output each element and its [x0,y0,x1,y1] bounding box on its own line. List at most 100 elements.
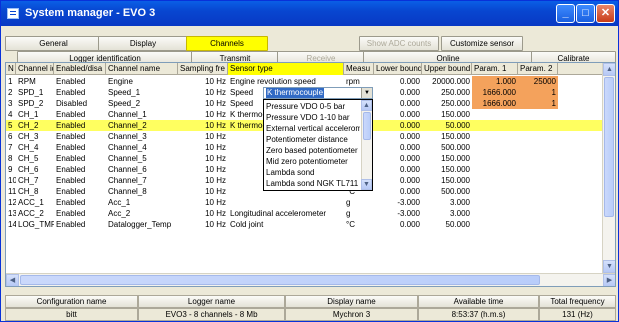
cell-param2[interactable] [518,219,558,230]
cell-enabled[interactable]: Enabled [54,197,106,208]
cell-lower-bound[interactable]: 0.000 [374,175,422,186]
cell-lower-bound[interactable]: 0.000 [374,186,422,197]
cell-upper-bound[interactable]: 20000.000 [422,76,472,87]
cell-channel-name[interactable]: Speed_1 [106,87,178,98]
cell-enabled[interactable]: Enabled [54,164,106,175]
cell-upper-bound[interactable]: 500.000 [422,142,472,153]
col-header-channel-name[interactable]: Channel name [106,63,178,75]
cell-upper-bound[interactable]: 150.000 [422,131,472,142]
dropdown-option[interactable]: Mid zero potentiometer [266,157,360,167]
cell-channel-name[interactable]: Speed_2 [106,98,178,109]
cell-channel-id[interactable]: CH_6 [16,164,54,175]
dropdown-option[interactable]: Lambda sond [266,168,360,178]
cell-n[interactable]: 2 [6,87,16,98]
cell-channel-id[interactable]: CH_7 [16,175,54,186]
cell-enabled[interactable]: Enabled [54,153,106,164]
cell-n[interactable]: 6 [6,131,16,142]
cell-measure[interactable]: g [344,197,374,208]
dropdown-scrollbar[interactable]: ▲ ▼ [361,100,372,190]
scroll-down-icon[interactable]: ▼ [603,260,615,273]
cell-upper-bound[interactable]: 3.000 [422,208,472,219]
col-header-sensor-type[interactable]: Sensor type [228,63,344,75]
cell-lower-bound[interactable]: 0.000 [374,142,422,153]
cell-lower-bound[interactable]: 0.000 [374,164,422,175]
cell-lower-bound[interactable]: -3.000 [374,208,422,219]
cell-channel-name[interactable]: Channel_1 [106,109,178,120]
cell-measure[interactable]: °C [344,219,374,230]
cell-channel-name[interactable]: Acc_1 [106,197,178,208]
cell-param1[interactable] [472,131,518,142]
scroll-up-icon[interactable]: ▲ [603,63,615,76]
show-adc-counts-button[interactable]: Show ADC counts [359,36,439,51]
cell-sensor-type[interactable]: Engine revolution speed [228,76,344,87]
cell-param1[interactable] [472,219,518,230]
cell-n[interactable]: 12 [6,197,16,208]
cell-channel-id[interactable]: ACC_2 [16,208,54,219]
cell-enabled[interactable]: Enabled [54,76,106,87]
maximize-icon[interactable]: □ [576,4,595,23]
cell-sampling[interactable]: 10 Hz [178,142,228,153]
dropdown-option[interactable]: Zero based potentiometer [266,146,360,156]
cell-channel-id[interactable]: ACC_1 [16,197,54,208]
cell-n[interactable]: 7 [6,142,16,153]
cell-channel-name[interactable]: Channel_2 [106,120,178,131]
cell-param1[interactable] [472,120,518,131]
cell-param1[interactable]: 1.000 [472,76,518,87]
title-bar[interactable]: System manager - EVO 3 _ □ ✕ [1,1,618,26]
cell-sampling[interactable]: 10 Hz [178,76,228,87]
cell-channel-name[interactable]: Datalogger_Temp [106,219,178,230]
sensor-type-combo-value[interactable]: K thermocouple [266,88,325,98]
cell-upper-bound[interactable]: 3.000 [422,197,472,208]
cell-channel-name[interactable]: Channel_8 [106,186,178,197]
dropdown-scroll-up-icon[interactable]: ▲ [361,100,372,111]
vertical-scrollbar[interactable]: ▲ ▼ [602,63,615,274]
cell-param2[interactable] [518,208,558,219]
col-header-upper-bound[interactable]: Upper bound [422,63,472,75]
cell-enabled[interactable]: Enabled [54,186,106,197]
cell-channel-name[interactable]: Channel_6 [106,164,178,175]
cell-sensor-type[interactable] [228,197,344,208]
cell-n[interactable]: 1 [6,76,16,87]
cell-lower-bound[interactable]: 0.000 [374,131,422,142]
cell-param2[interactable] [518,142,558,153]
cell-lower-bound[interactable]: 0.000 [374,109,422,120]
cell-upper-bound[interactable]: 50.000 [422,120,472,131]
cell-n[interactable]: 9 [6,164,16,175]
cell-n[interactable]: 4 [6,109,16,120]
horizontal-scroll-thumb[interactable] [20,275,540,285]
cell-sampling[interactable]: 10 Hz [178,109,228,120]
cell-param2[interactable] [518,153,558,164]
cell-enabled[interactable]: Enabled [54,208,106,219]
cell-channel-name[interactable]: Channel_5 [106,153,178,164]
cell-sampling[interactable]: 10 Hz [178,153,228,164]
cell-param2[interactable]: 1 [518,87,558,98]
cell-enabled[interactable]: Enabled [54,120,106,131]
cell-param1[interactable] [472,197,518,208]
table-row[interactable]: 1 RPM Enabled Engine 10 Hz Engine revolution … [6,76,603,87]
dropdown-option[interactable]: Potentiometer distance [266,135,360,145]
minimize-icon[interactable]: _ [556,4,575,23]
cell-sampling[interactable]: 10 Hz [178,120,228,131]
cell-channel-id[interactable]: SPD_2 [16,98,54,109]
cell-param1[interactable] [472,186,518,197]
cell-param1[interactable] [472,109,518,120]
cell-upper-bound[interactable]: 50.000 [422,219,472,230]
cell-param2[interactable]: 25000 [518,76,558,87]
cell-n[interactable]: 10 [6,175,16,186]
dropdown-option[interactable]: Lambda sond NGK TL711 [266,179,360,189]
col-header-param2[interactable]: Param. 2 [518,63,558,75]
cell-lower-bound[interactable]: 0.000 [374,120,422,131]
cell-param2[interactable] [518,131,558,142]
table-row[interactable]: 12ACC_1EnabledAcc_110 Hz g-3.0003.000 [6,197,603,208]
cell-channel-id[interactable]: CH_8 [16,186,54,197]
cell-enabled[interactable]: Enabled [54,109,106,120]
cell-sampling[interactable]: 10 Hz [178,164,228,175]
cell-enabled[interactable]: Disabled [54,98,106,109]
cell-measure[interactable]: rpm [344,76,374,87]
cell-upper-bound[interactable]: 250.000 [422,98,472,109]
col-header-measure[interactable]: Measu [344,63,374,75]
cell-upper-bound[interactable]: 250.000 [422,87,472,98]
cell-sampling[interactable]: 10 Hz [178,197,228,208]
cell-enabled[interactable]: Enabled [54,131,106,142]
cell-channel-name[interactable]: Channel_7 [106,175,178,186]
